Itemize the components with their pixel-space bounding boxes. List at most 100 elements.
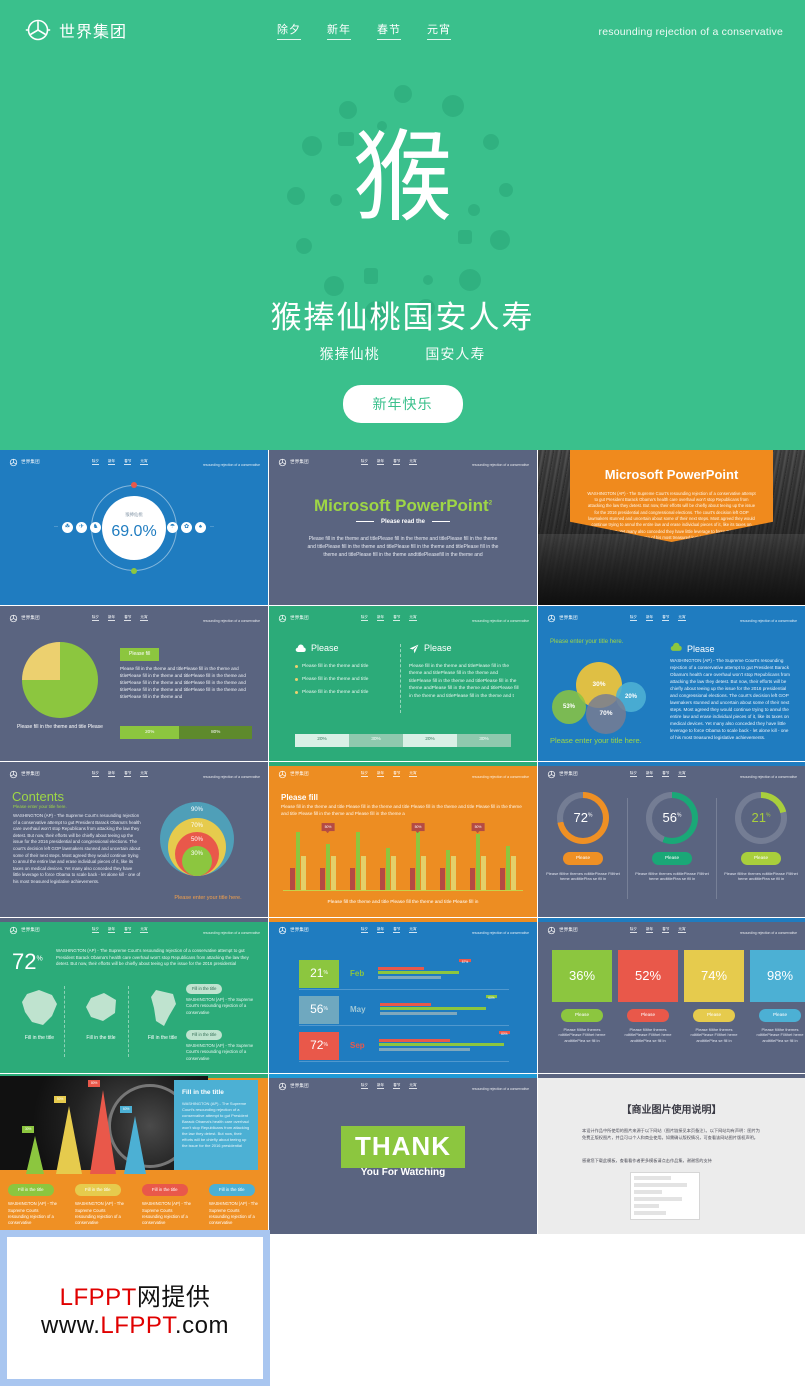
thumb-nav-item-0[interactable]: 除夕 xyxy=(91,615,99,622)
footer-card: Fill in the title WASHINGTON (AP) - The … xyxy=(67,1176,134,1234)
thumb-nav-item-2[interactable]: 春节 xyxy=(662,771,670,778)
strip-cell: 30% xyxy=(349,734,403,747)
thumb-nav-item-0[interactable]: 除夕 xyxy=(91,459,99,466)
thumb-nav[interactable]: 除夕 新年 春节 元宵 xyxy=(629,615,686,622)
thumb-nav-item-3[interactable]: 元宵 xyxy=(678,927,686,934)
slide-thumb-pie-chart[interactable]: 世界集团 除夕 新年 春节 元宵 resounding rejection of… xyxy=(0,606,268,761)
thumb-nav-item-1[interactable]: 新年 xyxy=(108,771,116,778)
donut-pill: Please xyxy=(563,852,603,865)
thumb-nav-item-0[interactable]: 除夕 xyxy=(360,927,368,934)
thumb-nav-item-2[interactable]: 春节 xyxy=(393,771,401,778)
icon-chip-3: ♞ xyxy=(90,522,101,533)
brand-logo: 世界集团 xyxy=(547,770,578,779)
thumb-nav-item-0[interactable]: 除夕 xyxy=(91,771,99,778)
thumb-nav-item-3[interactable]: 元宵 xyxy=(140,771,148,778)
thumb-nav-item-2[interactable]: 春节 xyxy=(662,927,670,934)
thumb-nav-item-1[interactable]: 新年 xyxy=(646,615,654,622)
thumb-nav-item-2[interactable]: 春节 xyxy=(124,459,132,466)
thumb-nav-item-0[interactable]: 除夕 xyxy=(91,927,99,934)
slide-thumb-title-powerpoint[interactable]: 世界集团 除夕 新年 春节 元宵 resounding rejection of… xyxy=(269,450,537,605)
thumb-nav-item-0[interactable]: 除夕 xyxy=(360,771,368,778)
hero-nav-item-1[interactable]: 新年 xyxy=(327,21,352,40)
thumb-nav[interactable]: 除夕 新年 春节 元宵 xyxy=(360,1083,417,1090)
thumb-nav-item-3[interactable]: 元宵 xyxy=(140,615,148,622)
thumb-nav-item-3[interactable]: 元宵 xyxy=(409,1083,417,1090)
thumb-nav[interactable]: 除夕 新年 春节 元宵 xyxy=(360,771,417,778)
thumb-nav-item-1[interactable]: 新年 xyxy=(377,615,385,622)
thumb-nav-item-1[interactable]: 新年 xyxy=(108,927,116,934)
slide-thumb-maps[interactable]: 世界集团 除夕 新年 春节 元宵 resounding rejection of… xyxy=(0,918,268,1073)
thumb-nav[interactable]: 除夕 新年 春节 元宵 xyxy=(91,927,148,934)
thumb-tagline: resounding rejection of a conservative xyxy=(739,775,797,779)
section-chip: Please fill xyxy=(120,648,160,662)
ring-bead-bottom xyxy=(131,567,137,574)
slide-thumb-venn-bubbles[interactable]: 世界集团 除夕 新年 春节 元宵 resounding rejection of… xyxy=(538,606,805,761)
thumb-nav-item-1[interactable]: 新年 xyxy=(377,771,385,778)
zodiac-glyph: 猴 xyxy=(352,119,453,236)
hero-nav[interactable]: 除夕 新年 春节 元宵 xyxy=(277,21,452,40)
slide-thumb-photo-banner[interactable]: Microsoft PowerPoint WASHINGTON (AP) - T… xyxy=(538,450,805,605)
thumb-nav-item-1[interactable]: 新年 xyxy=(108,459,116,466)
square-cell: 98% Please Please fillthe themes ndtitle… xyxy=(750,950,805,1044)
slide-thumb-bar-chart[interactable]: 世界集团 除夕 新年 春节 元宵 resounding rejection of… xyxy=(269,762,537,917)
thumb-nav[interactable]: 除夕 新年 春节 元宵 xyxy=(360,927,417,934)
slide-thumb-image-notice[interactable]: 【商业图片使用说明】 本设计作品中所使用的图片来源于以下网站（图片链接见本页备注… xyxy=(538,1074,805,1234)
slide-thumb-month-rows[interactable]: 世界集团 除夕 新年 春节 元宵 resounding rejection of… xyxy=(269,918,537,1073)
map-shape-icon xyxy=(86,993,116,1021)
thumb-nav-item-0[interactable]: 除夕 xyxy=(629,927,637,934)
thumb-nav[interactable]: 除夕 新年 春节 元宵 xyxy=(360,615,417,622)
thumb-nav-item-3[interactable]: 元宵 xyxy=(409,459,417,466)
thumb-nav[interactable]: 除夕 新年 春节 元宵 xyxy=(360,459,417,466)
thumb-nav-item-2[interactable]: 春节 xyxy=(393,927,401,934)
thumb-nav-item-0[interactable]: 除夕 xyxy=(360,459,368,466)
slide-thumb-four-squares[interactable]: 世界集团 除夕 新年 春节 元宵 resounding rejection of… xyxy=(538,918,805,1073)
thumb-nav-item-3[interactable]: 元宵 xyxy=(409,927,417,934)
thumb-nav-item-3[interactable]: 元宵 xyxy=(409,615,417,622)
thumb-nav[interactable]: 除夕 新年 春节 元宵 xyxy=(91,771,148,778)
brand-logo: 世界集团 xyxy=(278,1082,309,1091)
thumb-nav-item-0[interactable]: 除夕 xyxy=(360,1083,368,1090)
thumb-nav-item-2[interactable]: 春节 xyxy=(124,927,132,934)
thumb-nav[interactable]: 除夕 新年 春节 元宵 xyxy=(91,459,148,466)
thumb-nav-item-1[interactable]: 新年 xyxy=(377,927,385,934)
thumb-nav[interactable]: 除夕 新年 春节 元宵 xyxy=(91,615,148,622)
slide-body: WASHINGTON (AP) - The Supreme Court's re… xyxy=(56,948,249,967)
thumb-nav-item-2[interactable]: 春节 xyxy=(393,459,401,466)
thumb-nav-item-1[interactable]: 新年 xyxy=(377,1083,385,1090)
thumb-nav-item-0[interactable]: 除夕 xyxy=(629,615,637,622)
slide-thumb-donut-percent[interactable]: 世界集团 除夕 新年 春节 元宵 resounding rejection of… xyxy=(0,450,268,605)
thumb-nav-item-2[interactable]: 春节 xyxy=(393,615,401,622)
thumb-nav-item-1[interactable]: 新年 xyxy=(377,459,385,466)
donut-label: 猴捧仙桃 xyxy=(125,512,143,518)
icon-chip-4: ☂ xyxy=(167,522,178,533)
thumb-tagline: resounding rejection of a conservative xyxy=(471,619,529,623)
thumb-nav-item-2[interactable]: 春节 xyxy=(662,615,670,622)
thumb-nav[interactable]: 除夕 新年 春节 元宵 xyxy=(629,927,686,934)
slide-thumb-three-donuts[interactable]: 世界集团 除夕 新年 春节 元宵 resounding rejection of… xyxy=(538,762,805,917)
thumb-nav-item-0[interactable]: 除夕 xyxy=(629,771,637,778)
thumb-nav-item-1[interactable]: 新年 xyxy=(108,615,116,622)
new-year-greeting-button[interactable]: 新年快乐 xyxy=(342,385,463,423)
hero-nav-item-3[interactable]: 元宵 xyxy=(427,21,452,40)
slide-thumb-thank-you[interactable]: 世界集团 除夕 新年 春节 元宵 resounding rejection of… xyxy=(269,1074,537,1234)
thumb-nav-item-2[interactable]: 春节 xyxy=(393,1083,401,1090)
thumb-nav-item-3[interactable]: 元宵 xyxy=(409,771,417,778)
thumb-nav-item-3[interactable]: 元宵 xyxy=(678,615,686,622)
slide-thumb-two-column-list[interactable]: 世界集团 除夕 新年 春节 元宵 resounding rejection of… xyxy=(269,606,537,761)
slide-thumb-cones-photo[interactable]: 30% 50% 80% 60% Fill in the title WASHIN… xyxy=(0,1074,268,1234)
donut-value: 56% xyxy=(662,809,682,825)
thumb-nav-item-1[interactable]: 新年 xyxy=(646,927,654,934)
world-group-logo-icon xyxy=(9,458,18,467)
thumb-nav-item-3[interactable]: 元宵 xyxy=(140,927,148,934)
thumb-nav-item-1[interactable]: 新年 xyxy=(646,771,654,778)
slide-thumb-contents-rings[interactable]: 世界集团 除夕 新年 春节 元宵 resounding rejection of… xyxy=(0,762,268,917)
thumb-nav-item-0[interactable]: 除夕 xyxy=(360,615,368,622)
thumb-nav-item-3[interactable]: 元宵 xyxy=(140,459,148,466)
hero-nav-item-2[interactable]: 春节 xyxy=(377,21,402,40)
thumb-nav-item-2[interactable]: 春节 xyxy=(124,615,132,622)
thumb-nav-item-3[interactable]: 元宵 xyxy=(678,771,686,778)
thumb-nav[interactable]: 除夕 新年 春节 元宵 xyxy=(629,771,686,778)
row-value: 72% xyxy=(299,1031,339,1060)
thumb-nav-item-2[interactable]: 春节 xyxy=(124,771,132,778)
hero-nav-item-0[interactable]: 除夕 xyxy=(277,21,302,40)
